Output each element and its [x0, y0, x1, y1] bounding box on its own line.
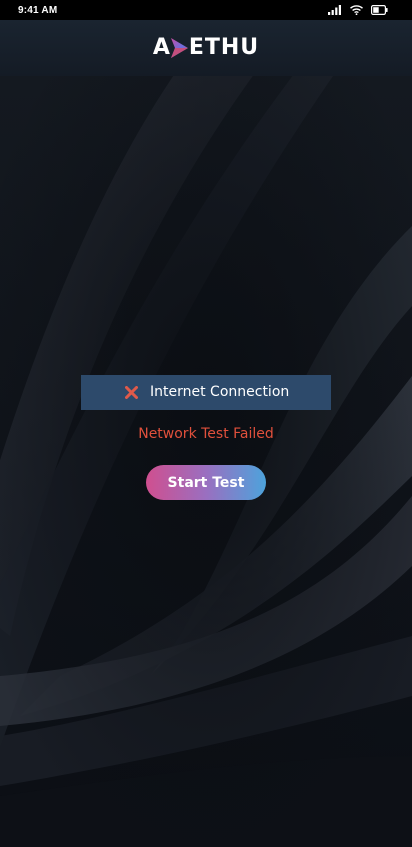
logo-text-end: ETHU	[188, 35, 260, 60]
logo-play-icon	[169, 37, 189, 59]
app-screen: 9:41 AM A ETHU Internet Connection Netwo…	[0, 0, 412, 847]
signal-icon	[328, 5, 342, 15]
battery-icon	[371, 5, 388, 15]
internet-connection-status: Internet Connection	[81, 375, 331, 410]
app-logo: A ETHU	[153, 35, 259, 61]
connection-label: Internet Connection	[150, 384, 290, 400]
status-bar: 9:41 AM	[0, 0, 412, 20]
start-test-button[interactable]: Start Test	[146, 465, 266, 500]
wifi-icon	[350, 5, 363, 15]
close-icon	[125, 386, 138, 399]
app-header: A ETHU	[0, 20, 412, 76]
status-time: 9:41 AM	[18, 4, 58, 16]
background-art	[0, 76, 412, 847]
test-result-text: Network Test Failed	[138, 426, 274, 442]
status-icons	[328, 5, 388, 15]
